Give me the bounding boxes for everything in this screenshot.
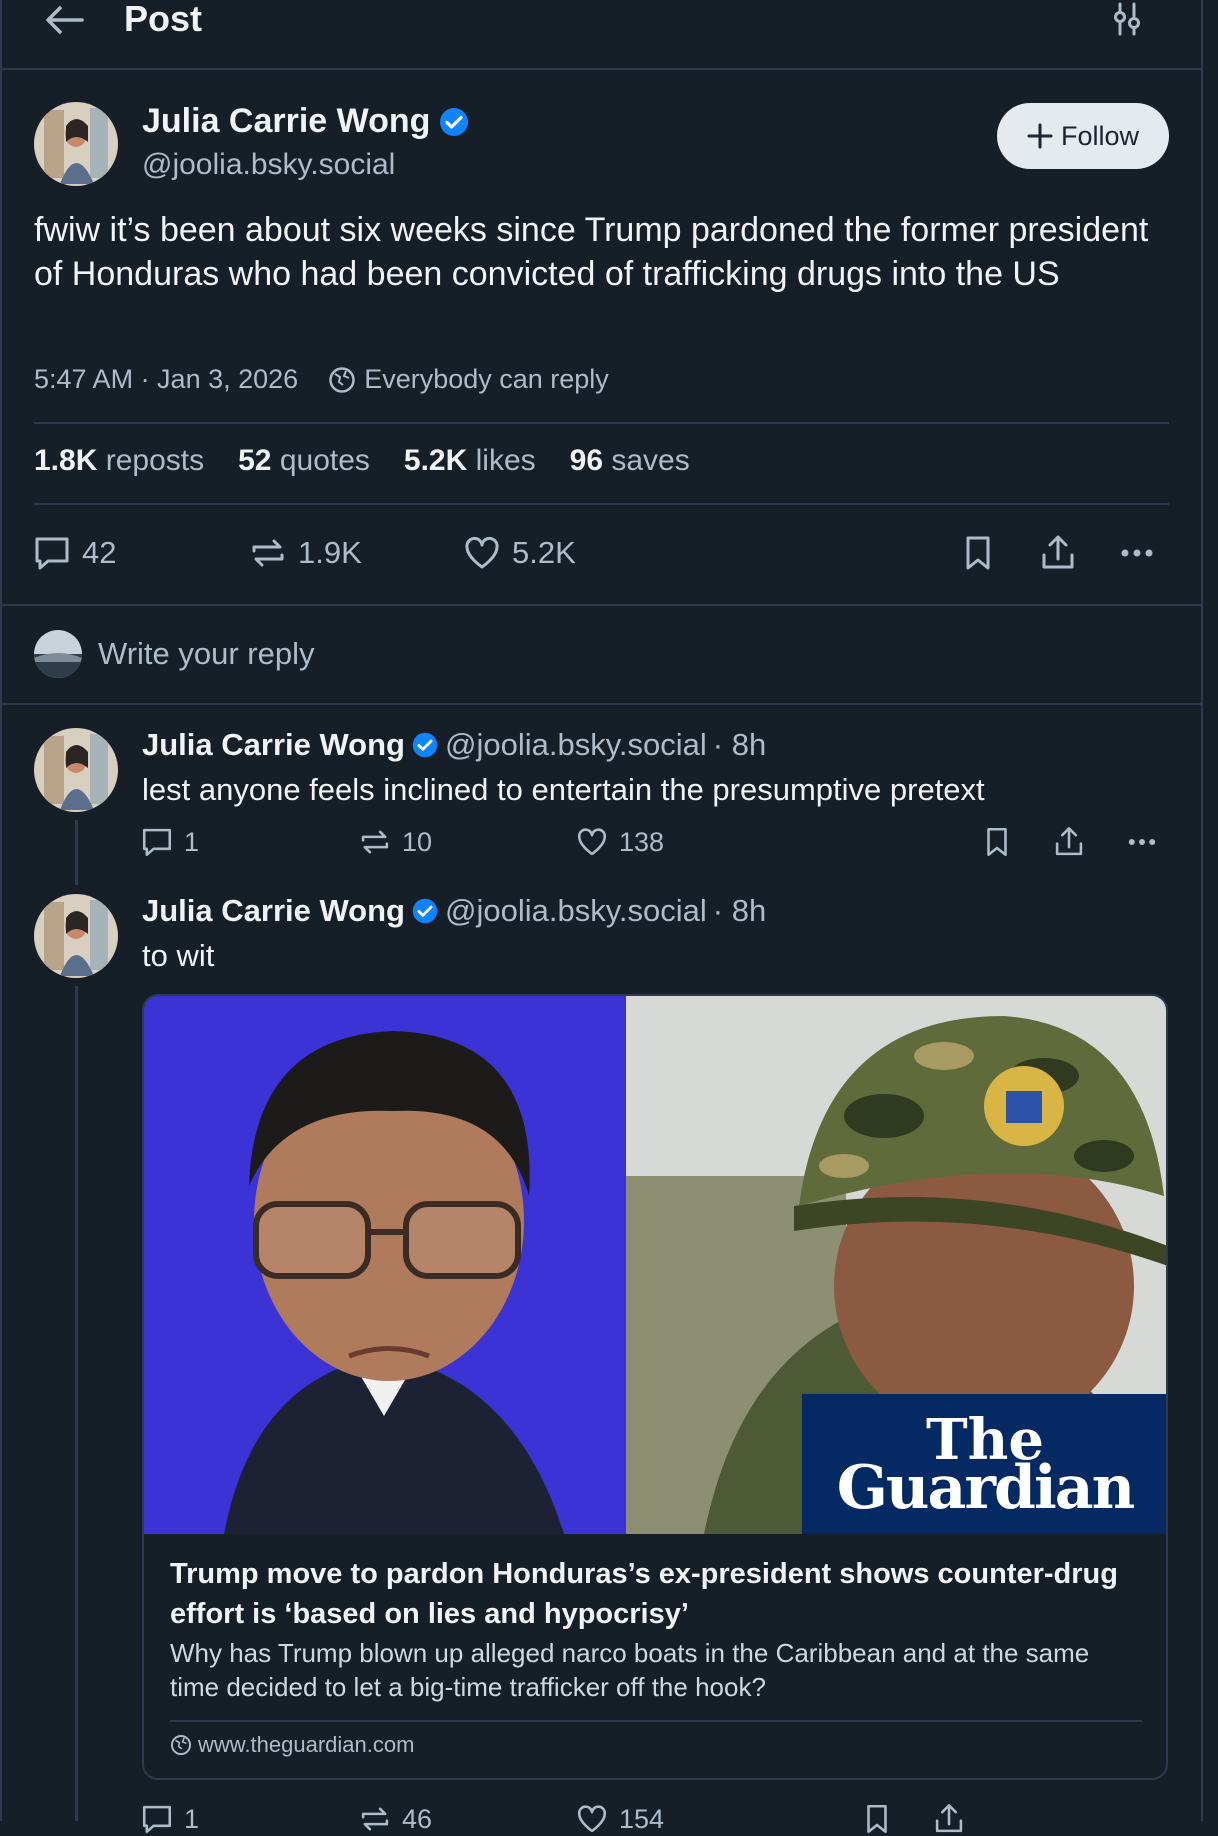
- heart-icon: [465, 536, 499, 569]
- arrow-left-icon: [46, 6, 84, 34]
- quotes-stat[interactable]: 52 quotes: [238, 444, 370, 478]
- bookmark-icon: [867, 1804, 887, 1834]
- reply-author-handle[interactable]: @joolia.bsky.social: [445, 893, 707, 929]
- reply-composer[interactable]: Write your reply: [34, 630, 315, 678]
- share-icon: [1055, 827, 1083, 856]
- compose-divider: [0, 703, 1203, 705]
- like-button[interactable]: 154: [575, 1802, 664, 1836]
- post-text: fwiw it’s been about six weeks since Tru…: [34, 211, 1149, 293]
- repost-icon: [361, 1807, 389, 1831]
- repost-button[interactable]: 46: [358, 1802, 432, 1836]
- likes-stat[interactable]: 5.2K likes: [404, 444, 536, 478]
- bookmark-icon: [966, 536, 990, 570]
- like-button[interactable]: 138: [575, 825, 664, 859]
- link-preview-card[interactable]: The Guardian Trump move to pardon Hondur…: [142, 994, 1168, 1780]
- verified-badge-icon: [440, 107, 469, 136]
- card-divider: [170, 1720, 1142, 1722]
- repost-button[interactable]: 10: [358, 825, 432, 859]
- bookmark-button[interactable]: [958, 533, 998, 573]
- engagement-stats: 1.8K reposts 52 quotes 5.2K likes 96 sav…: [34, 444, 690, 478]
- thread-connector: [75, 820, 78, 885]
- guardian-logo: The Guardian: [836, 1407, 1136, 1523]
- header-divider: [0, 68, 1203, 70]
- share-icon: [935, 1804, 963, 1833]
- post-meta: 5:47 AM · Jan 3, 2026 Everybody can repl…: [34, 364, 609, 395]
- reply-author-avatar[interactable]: [34, 894, 118, 978]
- bookmark-icon: [987, 827, 1007, 857]
- reply-button[interactable]: 1: [140, 825, 199, 859]
- reply-text: to wit: [142, 938, 215, 973]
- verified-badge-icon: [412, 732, 438, 758]
- ellipsis-icon: [1128, 839, 1156, 845]
- current-user-avatar: [34, 630, 82, 678]
- article-title: Trump move to pardon Honduras’s ex-presi…: [170, 1558, 1118, 1630]
- share-button[interactable]: [1038, 533, 1078, 573]
- author-handle[interactable]: @joolia.bsky.social: [142, 148, 395, 182]
- ellipsis-icon: [1121, 549, 1153, 557]
- article-domain: www.theguardian.com: [170, 1732, 414, 1758]
- verified-badge-icon: [412, 898, 438, 924]
- reply-author-handle[interactable]: @joolia.bsky.social: [445, 727, 707, 763]
- thread-settings-button[interactable]: [1110, 2, 1144, 36]
- heart-icon: [577, 1805, 607, 1833]
- reply-author-name[interactable]: Julia Carrie Wong: [142, 893, 405, 929]
- reply-author-name[interactable]: Julia Carrie Wong: [142, 727, 405, 763]
- reply-header: Julia Carrie Wong @joolia.bsky.social · …: [142, 727, 766, 763]
- reply-time: · 8h: [712, 727, 767, 762]
- repost-icon: [361, 830, 389, 854]
- share-button[interactable]: [932, 1802, 966, 1836]
- like-button[interactable]: 5.2K: [462, 533, 576, 573]
- share-button[interactable]: [1052, 825, 1086, 859]
- reply-author-avatar[interactable]: [34, 728, 118, 812]
- plus-icon: [1027, 123, 1053, 149]
- globe-icon: [329, 366, 355, 393]
- reposts-stat[interactable]: 1.8K reposts: [34, 444, 204, 478]
- comment-icon: [35, 537, 69, 570]
- more-options-button[interactable]: [1117, 533, 1157, 573]
- stats-divider: [34, 503, 1169, 505]
- share-icon: [1042, 535, 1074, 569]
- post-timestamp: 5:47 AM · Jan 3, 2026: [34, 364, 299, 394]
- reply-placeholder: Write your reply: [98, 636, 315, 671]
- reply-button[interactable]: 1: [140, 1802, 199, 1836]
- reply-setting[interactable]: Everybody can reply: [364, 364, 609, 395]
- comment-icon: [142, 828, 172, 857]
- author-name[interactable]: Julia Carrie Wong: [142, 102, 430, 141]
- repost-icon: [252, 539, 284, 567]
- reply-button[interactable]: 42: [32, 533, 116, 573]
- comment-icon: [142, 1805, 172, 1834]
- reply-time: · 8h: [712, 893, 767, 928]
- more-options-button[interactable]: [1125, 825, 1159, 859]
- saves-stat[interactable]: 96 saves: [570, 444, 690, 478]
- thread-connector: [75, 986, 78, 1821]
- sliders-icon: [1114, 2, 1140, 36]
- top-bar: Post: [0, 0, 1203, 70]
- globe-icon: [170, 1734, 192, 1756]
- follow-button[interactable]: Follow: [997, 103, 1169, 169]
- heart-icon: [577, 828, 607, 856]
- follow-label: Follow: [1060, 120, 1140, 151]
- bookmark-button[interactable]: [980, 825, 1014, 859]
- reply-text: lest anyone feels inclined to entertain …: [142, 772, 985, 807]
- article-description: Why has Trump blown up alleged narco boa…: [170, 1638, 1090, 1702]
- author-name-row: Julia Carrie Wong: [142, 102, 470, 141]
- repost-button[interactable]: 1.9K: [248, 533, 362, 573]
- author-avatar[interactable]: [34, 102, 118, 186]
- meta-divider: [34, 422, 1169, 424]
- actions-divider: [0, 604, 1203, 606]
- reply-header: Julia Carrie Wong @joolia.bsky.social · …: [142, 893, 766, 929]
- bookmark-button[interactable]: [860, 1802, 894, 1836]
- back-button[interactable]: [44, 0, 94, 40]
- page-title: Post: [124, 0, 203, 39]
